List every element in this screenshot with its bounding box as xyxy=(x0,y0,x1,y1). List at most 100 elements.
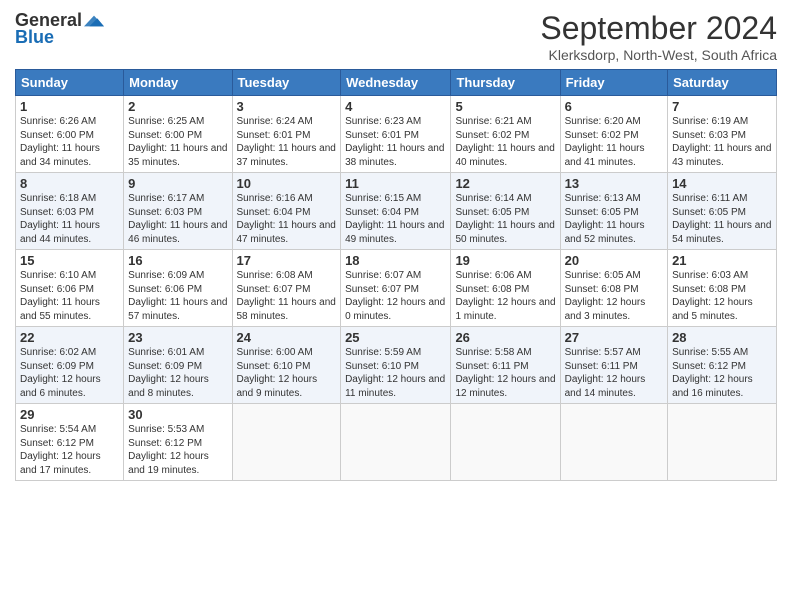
day-number: 30 xyxy=(128,407,227,422)
calendar-cell: 21Sunrise: 6:03 AM Sunset: 6:08 PM Dayli… xyxy=(668,250,777,327)
day-info: Sunrise: 6:06 AM Sunset: 6:08 PM Dayligh… xyxy=(455,269,555,323)
calendar-cell: 3Sunrise: 6:24 AM Sunset: 6:01 PM Daylig… xyxy=(232,96,341,173)
day-info: Sunrise: 6:17 AM Sunset: 6:03 PM Dayligh… xyxy=(128,192,227,246)
day-info: Sunrise: 6:00 AM Sunset: 6:10 PM Dayligh… xyxy=(237,346,337,400)
day-info: Sunrise: 6:11 AM Sunset: 6:05 PM Dayligh… xyxy=(672,192,772,246)
header: General Blue September 2024 Klerksdorp, … xyxy=(15,10,777,63)
calendar-cell: 6Sunrise: 6:20 AM Sunset: 6:02 PM Daylig… xyxy=(560,96,667,173)
calendar-cell xyxy=(451,404,560,481)
day-number: 22 xyxy=(20,330,119,345)
calendar-cell: 25Sunrise: 5:59 AM Sunset: 6:10 PM Dayli… xyxy=(341,327,451,404)
weekday-header-row: SundayMondayTuesdayWednesdayThursdayFrid… xyxy=(16,70,777,96)
week-row-3: 15Sunrise: 6:10 AM Sunset: 6:06 PM Dayli… xyxy=(16,250,777,327)
day-info: Sunrise: 5:55 AM Sunset: 6:12 PM Dayligh… xyxy=(672,346,772,400)
calendar-cell: 29Sunrise: 5:54 AM Sunset: 6:12 PM Dayli… xyxy=(16,404,124,481)
week-row-1: 1Sunrise: 6:26 AM Sunset: 6:00 PM Daylig… xyxy=(16,96,777,173)
day-info: Sunrise: 6:03 AM Sunset: 6:08 PM Dayligh… xyxy=(672,269,772,323)
calendar-cell: 7Sunrise: 6:19 AM Sunset: 6:03 PM Daylig… xyxy=(668,96,777,173)
subtitle: Klerksdorp, North-West, South Africa xyxy=(540,47,777,63)
day-info: Sunrise: 5:58 AM Sunset: 6:11 PM Dayligh… xyxy=(455,346,555,400)
day-number: 3 xyxy=(237,99,337,114)
day-number: 20 xyxy=(565,253,663,268)
day-number: 14 xyxy=(672,176,772,191)
day-number: 23 xyxy=(128,330,227,345)
calendar-cell: 26Sunrise: 5:58 AM Sunset: 6:11 PM Dayli… xyxy=(451,327,560,404)
day-number: 27 xyxy=(565,330,663,345)
day-info: Sunrise: 6:23 AM Sunset: 6:01 PM Dayligh… xyxy=(345,115,446,169)
week-row-4: 22Sunrise: 6:02 AM Sunset: 6:09 PM Dayli… xyxy=(16,327,777,404)
day-info: Sunrise: 6:08 AM Sunset: 6:07 PM Dayligh… xyxy=(237,269,337,323)
day-number: 26 xyxy=(455,330,555,345)
logo: General Blue xyxy=(15,10,104,48)
calendar-cell: 2Sunrise: 6:25 AM Sunset: 6:00 PM Daylig… xyxy=(124,96,232,173)
day-number: 19 xyxy=(455,253,555,268)
title-block: September 2024 Klerksdorp, North-West, S… xyxy=(540,10,777,63)
day-number: 4 xyxy=(345,99,446,114)
calendar-cell: 12Sunrise: 6:14 AM Sunset: 6:05 PM Dayli… xyxy=(451,173,560,250)
calendar-cell: 27Sunrise: 5:57 AM Sunset: 6:11 PM Dayli… xyxy=(560,327,667,404)
day-number: 17 xyxy=(237,253,337,268)
calendar-cell: 8Sunrise: 6:18 AM Sunset: 6:03 PM Daylig… xyxy=(16,173,124,250)
day-info: Sunrise: 6:02 AM Sunset: 6:09 PM Dayligh… xyxy=(20,346,119,400)
calendar-cell: 5Sunrise: 6:21 AM Sunset: 6:02 PM Daylig… xyxy=(451,96,560,173)
logo-icon xyxy=(84,11,104,31)
day-info: Sunrise: 6:21 AM Sunset: 6:02 PM Dayligh… xyxy=(455,115,555,169)
weekday-wednesday: Wednesday xyxy=(341,70,451,96)
logo-blue: Blue xyxy=(15,27,54,48)
month-title: September 2024 xyxy=(540,10,777,47)
calendar-cell: 15Sunrise: 6:10 AM Sunset: 6:06 PM Dayli… xyxy=(16,250,124,327)
weekday-thursday: Thursday xyxy=(451,70,560,96)
calendar-cell xyxy=(341,404,451,481)
calendar-cell: 4Sunrise: 6:23 AM Sunset: 6:01 PM Daylig… xyxy=(341,96,451,173)
day-number: 12 xyxy=(455,176,555,191)
calendar-cell xyxy=(668,404,777,481)
calendar-cell: 22Sunrise: 6:02 AM Sunset: 6:09 PM Dayli… xyxy=(16,327,124,404)
calendar-cell: 10Sunrise: 6:16 AM Sunset: 6:04 PM Dayli… xyxy=(232,173,341,250)
weekday-monday: Monday xyxy=(124,70,232,96)
day-number: 8 xyxy=(20,176,119,191)
day-number: 24 xyxy=(237,330,337,345)
calendar-cell: 18Sunrise: 6:07 AM Sunset: 6:07 PM Dayli… xyxy=(341,250,451,327)
day-number: 21 xyxy=(672,253,772,268)
day-info: Sunrise: 6:25 AM Sunset: 6:00 PM Dayligh… xyxy=(128,115,227,169)
calendar-cell: 9Sunrise: 6:17 AM Sunset: 6:03 PM Daylig… xyxy=(124,173,232,250)
week-row-5: 29Sunrise: 5:54 AM Sunset: 6:12 PM Dayli… xyxy=(16,404,777,481)
day-number: 6 xyxy=(565,99,663,114)
week-row-2: 8Sunrise: 6:18 AM Sunset: 6:03 PM Daylig… xyxy=(16,173,777,250)
calendar-cell: 20Sunrise: 6:05 AM Sunset: 6:08 PM Dayli… xyxy=(560,250,667,327)
calendar-cell xyxy=(560,404,667,481)
day-info: Sunrise: 6:16 AM Sunset: 6:04 PM Dayligh… xyxy=(237,192,337,246)
day-info: Sunrise: 6:01 AM Sunset: 6:09 PM Dayligh… xyxy=(128,346,227,400)
calendar-cell: 30Sunrise: 5:53 AM Sunset: 6:12 PM Dayli… xyxy=(124,404,232,481)
day-info: Sunrise: 6:26 AM Sunset: 6:00 PM Dayligh… xyxy=(20,115,119,169)
day-number: 1 xyxy=(20,99,119,114)
day-info: Sunrise: 6:07 AM Sunset: 6:07 PM Dayligh… xyxy=(345,269,446,323)
day-info: Sunrise: 5:59 AM Sunset: 6:10 PM Dayligh… xyxy=(345,346,446,400)
calendar: SundayMondayTuesdayWednesdayThursdayFrid… xyxy=(15,69,777,481)
calendar-cell: 1Sunrise: 6:26 AM Sunset: 6:00 PM Daylig… xyxy=(16,96,124,173)
day-number: 29 xyxy=(20,407,119,422)
day-number: 10 xyxy=(237,176,337,191)
calendar-cell: 23Sunrise: 6:01 AM Sunset: 6:09 PM Dayli… xyxy=(124,327,232,404)
day-info: Sunrise: 6:13 AM Sunset: 6:05 PM Dayligh… xyxy=(565,192,663,246)
weekday-friday: Friday xyxy=(560,70,667,96)
calendar-cell: 17Sunrise: 6:08 AM Sunset: 6:07 PM Dayli… xyxy=(232,250,341,327)
weekday-sunday: Sunday xyxy=(16,70,124,96)
day-number: 15 xyxy=(20,253,119,268)
day-info: Sunrise: 6:15 AM Sunset: 6:04 PM Dayligh… xyxy=(345,192,446,246)
day-number: 7 xyxy=(672,99,772,114)
calendar-cell: 16Sunrise: 6:09 AM Sunset: 6:06 PM Dayli… xyxy=(124,250,232,327)
day-info: Sunrise: 6:10 AM Sunset: 6:06 PM Dayligh… xyxy=(20,269,119,323)
day-number: 9 xyxy=(128,176,227,191)
weekday-saturday: Saturday xyxy=(668,70,777,96)
day-number: 13 xyxy=(565,176,663,191)
page-container: General Blue September 2024 Klerksdorp, … xyxy=(0,0,792,486)
day-number: 11 xyxy=(345,176,446,191)
day-info: Sunrise: 6:19 AM Sunset: 6:03 PM Dayligh… xyxy=(672,115,772,169)
calendar-cell xyxy=(232,404,341,481)
calendar-cell: 13Sunrise: 6:13 AM Sunset: 6:05 PM Dayli… xyxy=(560,173,667,250)
day-info: Sunrise: 6:14 AM Sunset: 6:05 PM Dayligh… xyxy=(455,192,555,246)
day-number: 18 xyxy=(345,253,446,268)
day-info: Sunrise: 6:20 AM Sunset: 6:02 PM Dayligh… xyxy=(565,115,663,169)
day-info: Sunrise: 5:57 AM Sunset: 6:11 PM Dayligh… xyxy=(565,346,663,400)
